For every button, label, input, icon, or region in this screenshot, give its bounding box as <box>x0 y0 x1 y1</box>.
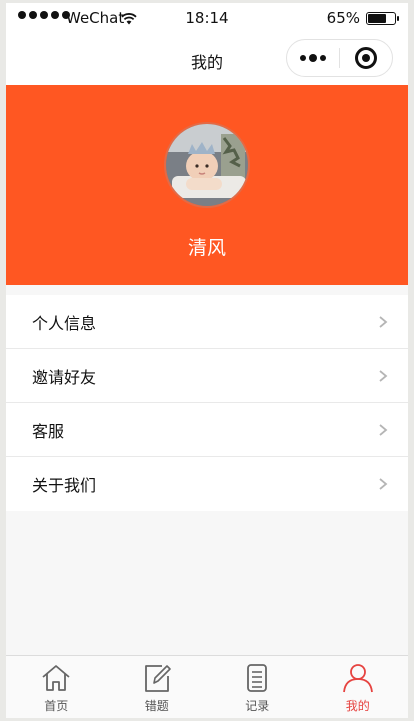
avatar-photo <box>166 124 248 206</box>
home-icon <box>42 665 70 691</box>
menu-item-label: 客服 <box>32 421 65 441</box>
battery-icon <box>366 12 399 25</box>
chevron-right-icon <box>379 478 388 490</box>
chevron-right-icon <box>379 315 388 328</box>
username: 清风 <box>187 237 226 259</box>
tab-label: 错题 <box>144 699 169 713</box>
menu-item-about-us[interactable]: 关于我们 <box>6 457 408 511</box>
document-icon <box>247 664 268 692</box>
edit-icon <box>144 665 171 692</box>
tab-label: 我的 <box>345 699 370 713</box>
menu-item-label: 关于我们 <box>32 476 97 495</box>
battery-percentage: 65% <box>326 9 360 27</box>
chevron-right-icon <box>379 423 388 436</box>
menu-item-label: 个人信息 <box>32 313 97 333</box>
tab-records[interactable]: 记录 <box>207 656 308 718</box>
menu-item-label: 邀请好友 <box>32 367 97 387</box>
status-bar: WeChat 18:14 65% <box>6 3 408 33</box>
close-circle-icon <box>355 47 377 69</box>
tab-label: 记录 <box>245 699 270 713</box>
menu-item-customer-service[interactable]: 客服 <box>6 403 408 457</box>
bottom-tab-bar: 首页 错题 记录 我的 <box>6 655 408 718</box>
close-mini-program-button[interactable] <box>340 40 392 76</box>
chevron-right-icon <box>379 369 388 382</box>
tab-label: 首页 <box>44 699 69 713</box>
avatar[interactable] <box>164 122 250 208</box>
settings-menu: 个人信息 邀请好友 客服 关于我们 <box>6 295 408 511</box>
user-icon <box>342 664 373 693</box>
profile-header: 清风 <box>6 85 408 285</box>
phone-screen: WeChat 18:14 65% 我的 清风 个人信息 邀请好友 客服 关于我们… <box>6 3 408 718</box>
menu-item-personal-info[interactable]: 个人信息 <box>6 295 408 349</box>
more-options-button[interactable] <box>287 40 339 76</box>
tab-mine[interactable]: 我的 <box>308 656 409 718</box>
navigation-bar: 我的 <box>6 33 408 85</box>
menu-item-invite-friends[interactable]: 邀请好友 <box>6 349 408 403</box>
tab-home[interactable]: 首页 <box>6 656 107 718</box>
tab-mistakes[interactable]: 错题 <box>107 656 208 718</box>
mini-program-capsule <box>286 39 393 77</box>
